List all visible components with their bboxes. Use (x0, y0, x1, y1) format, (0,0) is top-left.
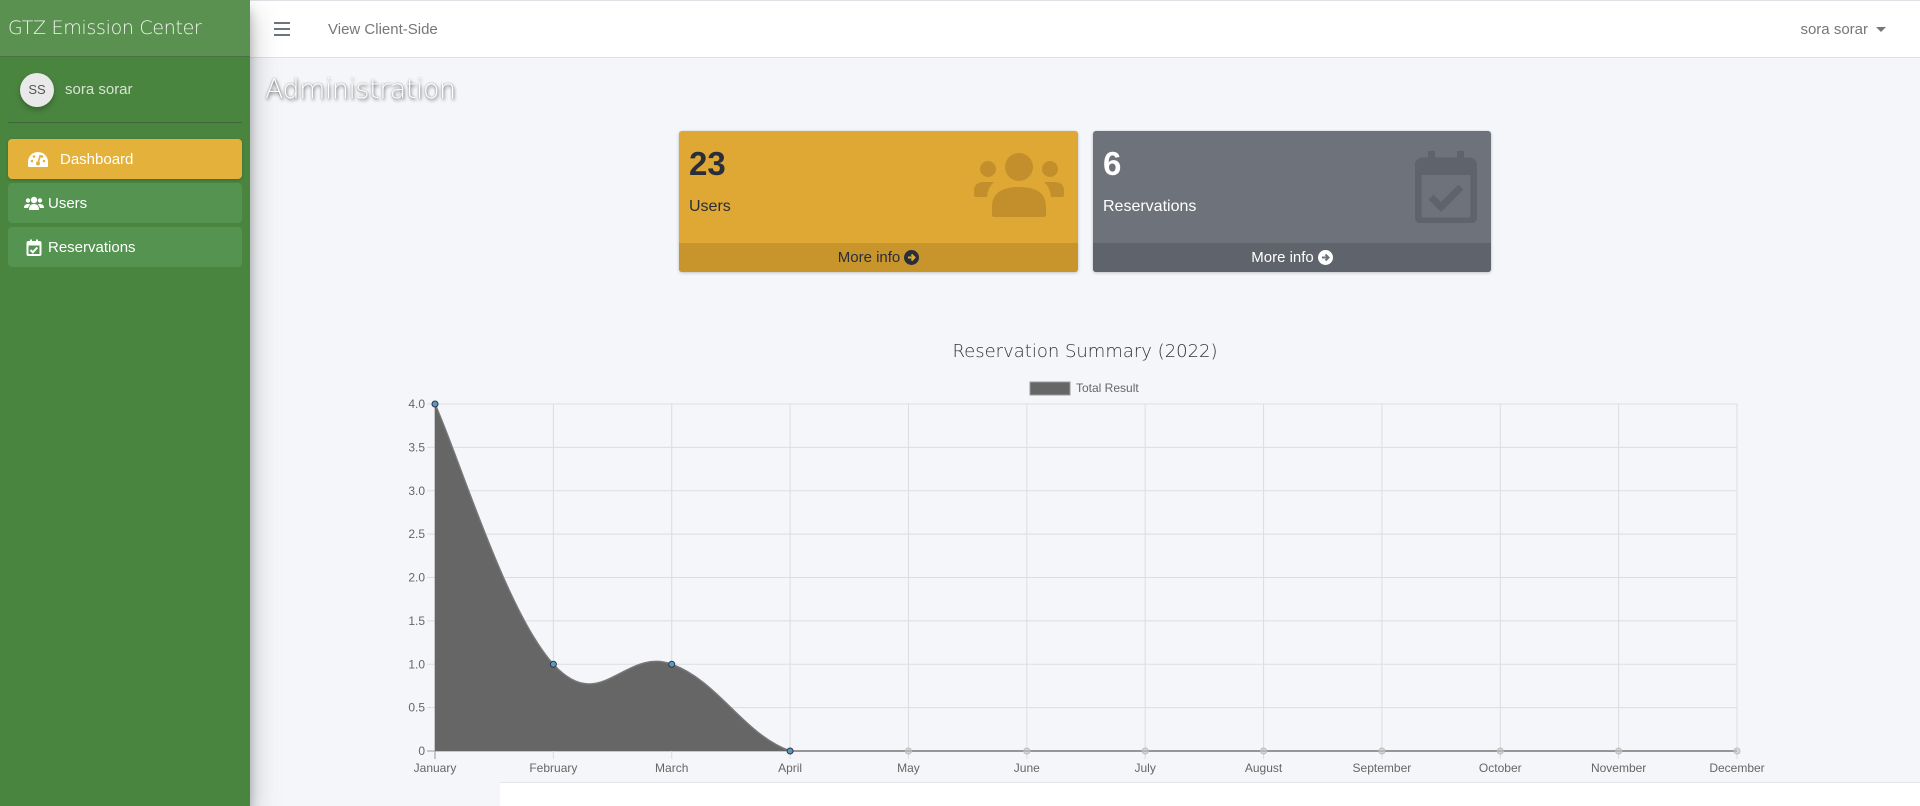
data-point (1615, 747, 1623, 755)
data-point (786, 747, 794, 755)
sidebar-item-label: Reservations (48, 238, 136, 256)
tachometer-icon (26, 151, 50, 167)
data-point (431, 400, 439, 408)
x-tick-label: November (1591, 761, 1646, 775)
x-tick-label: September (1353, 761, 1412, 775)
x-tick-label: August (1245, 761, 1283, 775)
data-point (1141, 747, 1149, 755)
x-tick-label: February (529, 761, 577, 775)
x-tick-label: April (778, 761, 802, 775)
brand-text: GTZ Emission Center (8, 17, 202, 39)
sidebar-item-dashboard[interactable]: Dashboard (8, 139, 242, 179)
sidebar-item-label: Dashboard (60, 150, 134, 168)
user-panel[interactable]: SS sora sorar (8, 57, 242, 123)
avatar: SS (20, 72, 54, 107)
sidebar-item-users[interactable]: Users (8, 183, 242, 223)
y-tick-label: 4.0 (408, 397, 425, 411)
sidebar-nav: Dashboard Users Reservations (0, 139, 250, 267)
x-tick-label: October (1479, 761, 1522, 775)
y-tick-label: 0.5 (408, 701, 425, 715)
avatar-initials: SS (28, 82, 46, 97)
data-point (549, 660, 557, 668)
sidebar-user-name[interactable]: sora sorar (65, 81, 133, 98)
legend-label: Total Result (1076, 381, 1139, 395)
sidebar-item-reservations[interactable]: Reservations (8, 227, 242, 267)
y-tick-label: 3.0 (408, 484, 425, 498)
data-point (1733, 747, 1741, 755)
y-tick-label: 1.5 (408, 614, 425, 628)
users-icon (24, 195, 44, 211)
y-tick-label: 0 (418, 744, 425, 758)
x-tick-label: December (1709, 761, 1764, 775)
data-point (1023, 747, 1031, 755)
calendar-check-icon (24, 239, 44, 256)
sidebar-item-label: Users (48, 194, 88, 212)
sidebar: GTZ Emission Center SS sora sorar Dashbo… (0, 0, 250, 806)
x-tick-label: January (414, 761, 457, 775)
x-tick-label: March (655, 761, 688, 775)
y-tick-label: 2.5 (408, 527, 425, 541)
y-tick-label: 1.0 (408, 657, 425, 671)
x-tick-label: May (897, 761, 920, 775)
data-point (1378, 747, 1386, 755)
data-point (1260, 747, 1268, 755)
x-tick-label: June (1014, 761, 1040, 775)
reservation-summary-chart: 0 0.5 1.0 1.5 2.0 2.5 3.0 3.5 4.0 January February… (408, 381, 1764, 775)
x-tick-label: July (1135, 761, 1156, 775)
y-tick-label: 3.5 (408, 440, 425, 454)
legend-swatch (1029, 381, 1071, 396)
brand-link[interactable]: GTZ Emission Center (0, 0, 250, 57)
data-point (668, 660, 676, 668)
bottom-panel (500, 782, 1920, 806)
data-point (904, 747, 912, 755)
data-point (1496, 747, 1504, 755)
y-tick-label: 2.0 (408, 571, 425, 585)
